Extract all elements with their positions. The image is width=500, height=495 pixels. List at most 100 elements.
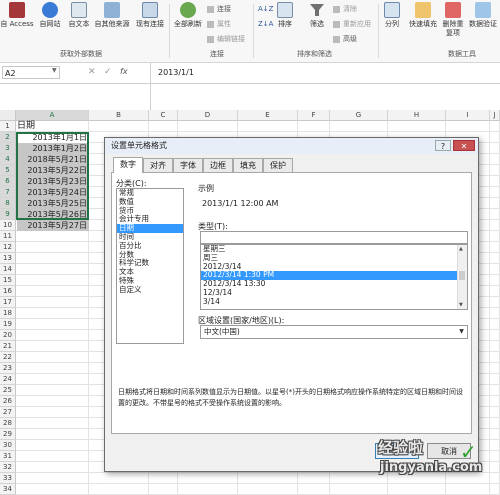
edit-links-button[interactable]: 编辑链接: [207, 34, 245, 44]
properties-button[interactable]: 属性: [207, 19, 231, 29]
column-header[interactable]: A: [16, 110, 89, 121]
column-header[interactable]: C: [149, 110, 178, 121]
scroll-up-icon[interactable]: ▲: [459, 246, 463, 252]
row-header[interactable]: 26: [0, 396, 16, 407]
type-item[interactable]: 12/3/14: [201, 288, 459, 298]
formula-input[interactable]: 2013/1/1: [158, 68, 194, 77]
column-header[interactable]: B: [89, 110, 149, 121]
row-header[interactable]: 11: [0, 231, 16, 242]
tab-border[interactable]: 边框: [203, 158, 233, 172]
category-list[interactable]: 常规 数值 货币 会计专用 日期 时间 百分比 分数 科学记数 文本 特殊 自定义: [116, 188, 184, 344]
access-icon: [9, 2, 25, 18]
row-header[interactable]: 7: [0, 187, 16, 198]
date-cell[interactable]: 2013年5月27日: [17, 220, 89, 231]
column-header[interactable]: I: [446, 110, 490, 121]
from-access-button[interactable]: 自 Access: [0, 2, 34, 29]
row-header[interactable]: 18: [0, 308, 16, 319]
row-header[interactable]: 10: [0, 220, 16, 231]
flash-fill-button[interactable]: 快速填充: [406, 2, 440, 29]
group-separator: [253, 4, 254, 58]
column-header[interactable]: J: [490, 110, 500, 121]
cancel-icon[interactable]: ✕: [88, 67, 96, 77]
row-header[interactable]: 19: [0, 319, 16, 330]
row-header[interactable]: 31: [0, 451, 16, 462]
column-header[interactable]: G: [330, 110, 388, 121]
row-header[interactable]: 3: [0, 143, 16, 154]
scroll-thumb[interactable]: [459, 271, 465, 280]
properties-icon: [207, 20, 214, 28]
row-header[interactable]: 33: [0, 473, 16, 484]
row-header[interactable]: 5: [0, 165, 16, 176]
row-header[interactable]: 15: [0, 275, 16, 286]
scroll-down-icon[interactable]: ▼: [459, 302, 463, 308]
filter-button[interactable]: 筛选: [304, 2, 330, 29]
row-header[interactable]: 14: [0, 264, 16, 275]
clear-button[interactable]: 清除: [333, 4, 357, 14]
row-header[interactable]: 29: [0, 429, 16, 440]
row-header[interactable]: 22: [0, 352, 16, 363]
connections-button[interactable]: 连接: [207, 4, 231, 14]
reapply-button[interactable]: 重新应用: [333, 19, 371, 29]
row-header[interactable]: 24: [0, 374, 16, 385]
sort-descending-button[interactable]: Z↓A: [258, 19, 273, 29]
type-item[interactable]: 2012/3/14 13:30: [201, 279, 459, 289]
column-header[interactable]: F: [298, 110, 330, 121]
type-item[interactable]: 星期三: [201, 245, 459, 254]
tab-number[interactable]: 数字: [113, 157, 143, 173]
row-header[interactable]: 23: [0, 363, 16, 374]
row-header[interactable]: 9: [0, 209, 16, 220]
row-header[interactable]: 25: [0, 385, 16, 396]
tab-alignment[interactable]: 对齐: [143, 158, 173, 172]
from-web-button[interactable]: 自网站: [35, 2, 65, 29]
row-header[interactable]: 32: [0, 462, 16, 473]
sort-ascending-button[interactable]: A↓Z: [258, 4, 273, 14]
row-header[interactable]: 12: [0, 242, 16, 253]
type-item[interactable]: 3/14: [201, 297, 459, 307]
row-header[interactable]: 16: [0, 286, 16, 297]
format-cells-dialog: 设置单元格格式 ? ✕ 数字 对齐 字体 边框 填充 保护 分类(C): 常规数…: [104, 137, 479, 472]
sort-button[interactable]: 排序: [274, 2, 296, 29]
row-header[interactable]: 4: [0, 154, 16, 165]
tab-protection[interactable]: 保护: [263, 158, 293, 172]
help-button[interactable]: ?: [435, 140, 451, 151]
row-header[interactable]: 13: [0, 253, 16, 264]
tab-font[interactable]: 字体: [173, 158, 203, 172]
remove-duplicates-button[interactable]: 删除重复项: [442, 2, 464, 38]
enter-icon[interactable]: ✓: [104, 67, 112, 77]
name-box-dropdown-icon[interactable]: ▼: [52, 67, 57, 74]
row-header[interactable]: 34: [0, 484, 16, 495]
category-item[interactable]: 自定义: [117, 285, 183, 295]
row-header[interactable]: 17: [0, 297, 16, 308]
row-header[interactable]: 30: [0, 440, 16, 451]
from-text-button[interactable]: 自文本: [66, 2, 92, 29]
cell-a1[interactable]: 日期: [17, 121, 89, 132]
select-all-corner[interactable]: [0, 110, 16, 121]
advanced-button[interactable]: 高级: [333, 34, 357, 44]
insert-function-button[interactable]: fx: [120, 67, 128, 76]
type-list-scrollbar[interactable]: ▲ ▼: [457, 245, 467, 309]
column-header[interactable]: H: [388, 110, 446, 121]
text-to-columns-button[interactable]: 分列: [381, 2, 403, 29]
row-header[interactable]: 1: [0, 121, 16, 132]
close-button[interactable]: ✕: [453, 140, 475, 151]
existing-connections-button[interactable]: 现有连接: [134, 2, 166, 29]
row-header[interactable]: 8: [0, 198, 16, 209]
type-list[interactable]: 星期三 周三 2012/3/14 2012/3/14 1:30 PM 2012/3/14…: [200, 244, 468, 310]
group-label-data-tools: 数据工具: [448, 50, 476, 58]
row-header[interactable]: 2: [0, 132, 16, 143]
flash-fill-icon: [415, 2, 431, 18]
from-other-sources-button[interactable]: 自其他来源: [92, 2, 132, 29]
row-header[interactable]: 6: [0, 176, 16, 187]
refresh-all-button[interactable]: 全部刷新: [172, 2, 204, 29]
row-header[interactable]: 27: [0, 407, 16, 418]
column-header[interactable]: E: [238, 110, 298, 121]
type-input[interactable]: [200, 231, 468, 244]
row-header[interactable]: 28: [0, 418, 16, 429]
tab-fill[interactable]: 填充: [233, 158, 263, 172]
row-header[interactable]: 21: [0, 341, 16, 352]
row-header[interactable]: 20: [0, 330, 16, 341]
locale-select[interactable]: 中文(中国) ▼: [200, 325, 468, 339]
funnel-icon: [309, 2, 325, 18]
data-validation-button[interactable]: 数据验证: [468, 2, 498, 29]
column-header[interactable]: D: [178, 110, 238, 121]
